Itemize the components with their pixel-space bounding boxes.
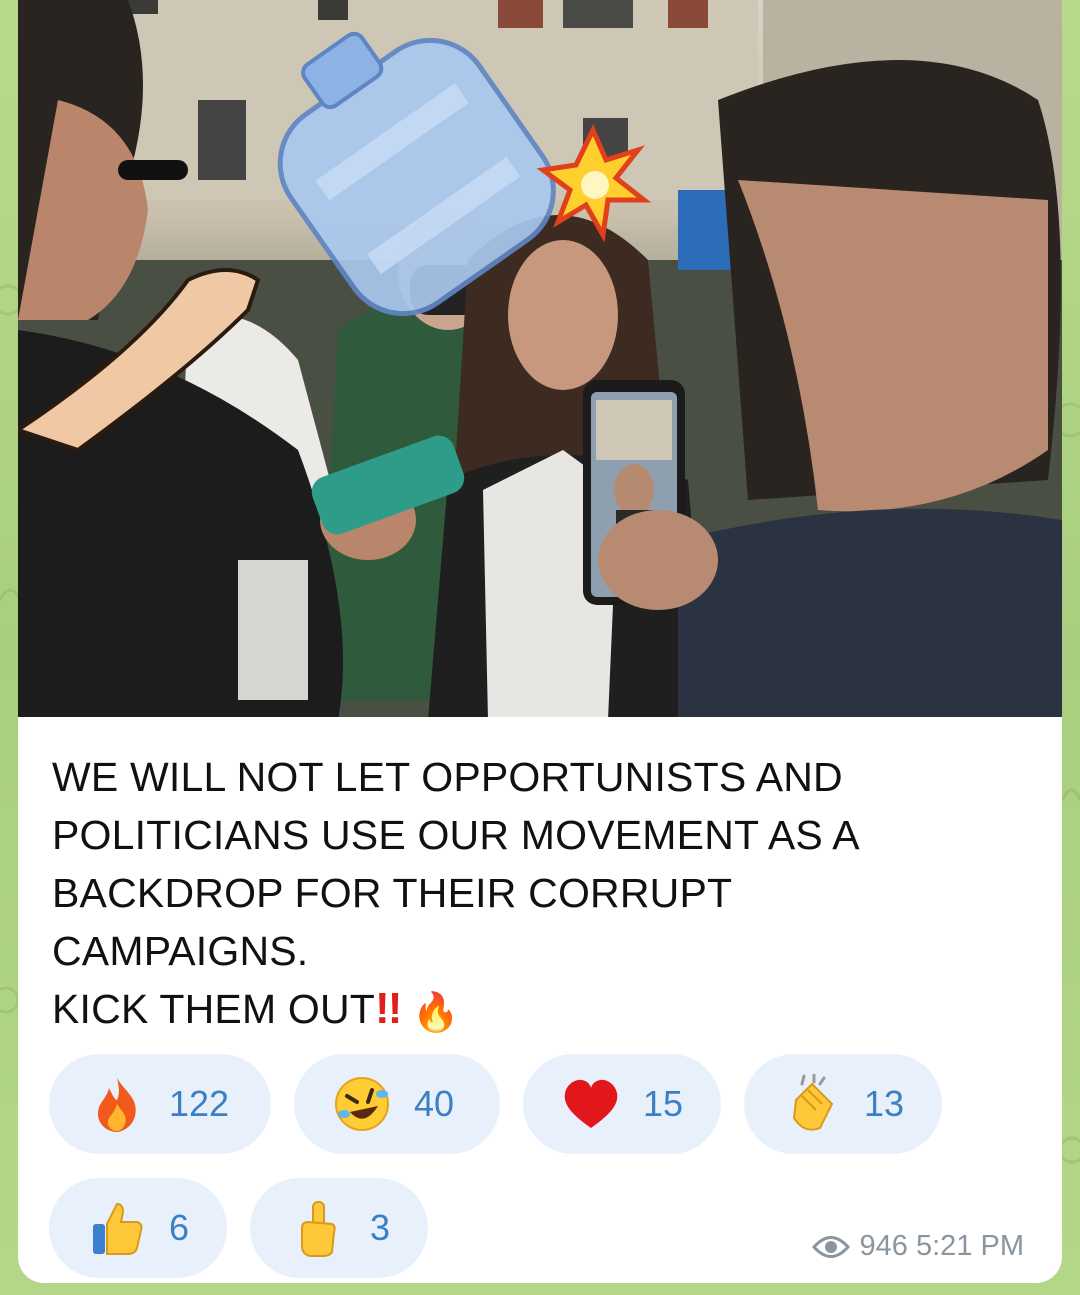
reaction-rofl[interactable]: 40 — [294, 1054, 500, 1154]
clap-icon — [792, 1074, 834, 1131]
reaction-fire[interactable]: 122 — [49, 1054, 271, 1154]
reaction-heart[interactable]: 15 — [523, 1054, 721, 1154]
reaction-middle-finger[interactable]: 3 — [250, 1178, 428, 1278]
reaction-count: 122 — [169, 1083, 230, 1124]
reaction-count: 6 — [169, 1207, 190, 1248]
message-meta: 946 5:21 PM — [811, 1230, 1024, 1263]
reaction-clap[interactable]: 13 — [744, 1054, 942, 1154]
caption-line-2: POLITICIANS USE OUR MOVEMENT AS A — [52, 812, 860, 858]
fire-icon: 🔥 — [411, 990, 460, 1035]
reaction-count: 3 — [370, 1207, 391, 1248]
caption-line-4: CAMPAIGNS. — [52, 928, 309, 974]
double-exclamation-icon: !! — [375, 984, 402, 1033]
fire-icon — [97, 1078, 136, 1132]
post-photo[interactable] — [18, 0, 1062, 717]
reaction-thumbs-up[interactable]: 6 — [49, 1178, 227, 1278]
heart-icon — [564, 1079, 618, 1128]
reaction-count: 15 — [643, 1083, 684, 1124]
view-count: 946 — [859, 1230, 908, 1262]
caption-line-5: KICK THEM OUT — [52, 986, 376, 1032]
reaction-count: 13 — [864, 1083, 905, 1124]
rofl-icon — [335, 1077, 389, 1131]
middle-finger-icon — [301, 1201, 336, 1257]
photo-illustration — [18, 0, 1062, 717]
eye-icon — [811, 1235, 850, 1258]
caption-line-1: WE WILL NOT LET OPPORTUNISTS AND — [52, 754, 843, 800]
thumbs-up-icon — [93, 1202, 143, 1255]
message-bubble: WE WILL NOT LET OPPORTUNISTS AND POLITIC… — [18, 0, 1062, 1283]
caption-line-3: BACKDROP FOR THEIR CORRUPT — [52, 870, 733, 916]
post-caption: WE WILL NOT LET OPPORTUNISTS AND POLITIC… — [52, 748, 1032, 1041]
reaction-count: 40 — [414, 1083, 455, 1124]
message-time: 5:21 PM — [916, 1230, 1024, 1262]
